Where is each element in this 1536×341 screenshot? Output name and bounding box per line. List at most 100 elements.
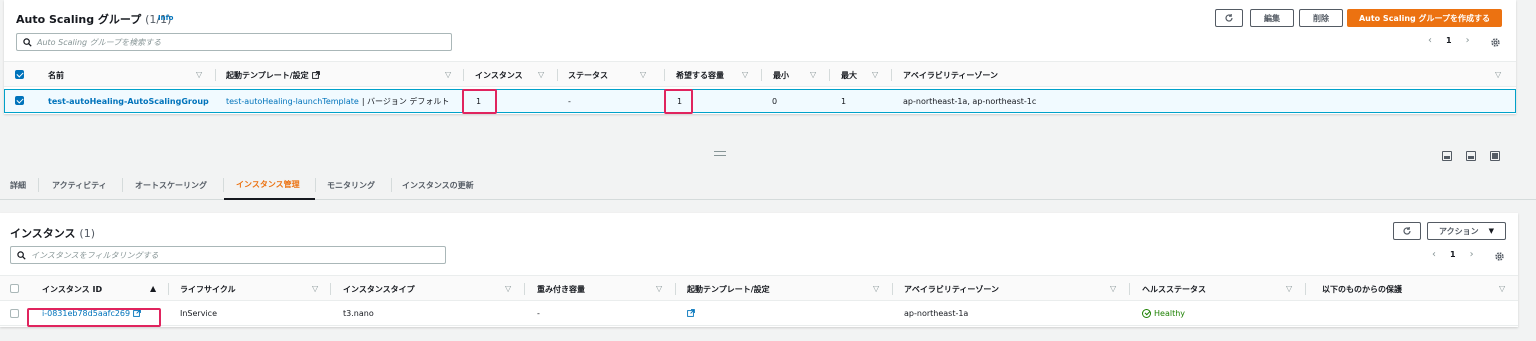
col-launch-template[interactable]: 起動テンプレート/設定	[226, 62, 320, 88]
asg-title-text: Auto Scaling グループ	[16, 13, 142, 26]
instances-highlight-box	[462, 89, 497, 114]
desired-highlight-box	[664, 89, 693, 114]
layout-half-icon[interactable]	[1466, 151, 1476, 161]
asg-table-header: 名前 ▽ 起動テンプレート/設定 ▽ インスタンス ▽ ステータス ▽ 希望する…	[4, 61, 1516, 87]
col-azs[interactable]: アベイラビリティーゾーン	[903, 62, 998, 88]
instances-table-header: インスタンス ID ▲ ライフサイクル ▽ インスタンスタイプ ▽ 重み付き容量…	[0, 275, 1518, 301]
prev-page-icon[interactable]: ‹	[1432, 249, 1436, 260]
col-launch-template[interactable]: 起動テンプレート/設定	[687, 276, 770, 302]
tab-instance-management[interactable]: インスタンス管理	[224, 170, 315, 200]
min-value: 0	[772, 96, 778, 106]
refresh-button[interactable]	[1393, 222, 1421, 240]
col-max[interactable]: 最大	[841, 62, 857, 88]
weighted-capacity-value: -	[537, 308, 540, 318]
layout-full-icon[interactable]	[1490, 151, 1500, 161]
prev-page-icon[interactable]: ‹	[1428, 35, 1432, 46]
col-protection[interactable]: 以下のものからの保護	[1322, 276, 1402, 302]
col-health[interactable]: ヘルスステータス	[1142, 276, 1206, 302]
edit-button[interactable]: 編集	[1250, 9, 1294, 27]
azs-value: ap-northeast-1a, ap-northeast-1c	[903, 96, 1037, 106]
column-divider	[330, 283, 331, 295]
asg-page-number[interactable]: 1	[1446, 36, 1452, 45]
refresh-button[interactable]	[1215, 9, 1243, 27]
sort-icon[interactable]: ▽	[1499, 284, 1505, 293]
sort-icon[interactable]: ▽	[196, 70, 202, 79]
instances-panel-title: インスタンス (1)	[10, 225, 95, 241]
asg-panel-title: Auto Scaling グループ (1/1)	[16, 11, 171, 27]
col-az[interactable]: アベイラビリティーゾーン	[904, 276, 999, 302]
create-asg-button[interactable]: Auto Scaling グループを作成する	[1347, 9, 1502, 27]
status-value: -	[568, 96, 571, 106]
column-divider	[1305, 283, 1306, 295]
sort-icon[interactable]: ▽	[873, 284, 879, 293]
col-instance-type[interactable]: インスタンスタイプ	[343, 276, 415, 302]
sort-icon[interactable]: ▽	[640, 70, 646, 79]
sort-icon[interactable]: ▽	[312, 284, 318, 293]
instances-filter-placeholder: インスタンスをフィルタリングする	[31, 250, 159, 260]
refresh-icon	[1403, 227, 1411, 235]
asg-search-input[interactable]: Auto Scaling グループを検索する	[16, 33, 452, 51]
check-circle-icon	[1142, 308, 1151, 318]
sort-ascending-icon[interactable]: ▲	[150, 284, 156, 293]
asg-table-row[interactable]: test-autoHealing-AutoScalingGroup test-a…	[4, 89, 1516, 113]
column-divider	[664, 69, 665, 81]
sort-icon[interactable]: ▽	[742, 70, 748, 79]
tab-autoscaling[interactable]: オートスケーリング	[135, 170, 207, 200]
layout-bottom-icon[interactable]	[1442, 151, 1452, 161]
delete-button[interactable]: 削除	[1299, 9, 1343, 27]
tab-details[interactable]: 詳細	[10, 170, 26, 200]
column-divider	[761, 69, 762, 81]
sort-icon[interactable]: ▽	[538, 70, 544, 79]
col-instance-id[interactable]: インスタンス ID	[42, 276, 102, 302]
next-page-icon[interactable]: ›	[1470, 249, 1474, 260]
launch-template-link[interactable]: test-autoHealing-launchTemplate	[226, 97, 359, 106]
sort-icon[interactable]: ▽	[656, 284, 662, 293]
settings-gear-icon[interactable]	[1494, 251, 1505, 262]
column-divider	[892, 283, 893, 295]
sort-icon[interactable]: ▽	[1495, 70, 1501, 79]
col-name[interactable]: 名前	[48, 62, 64, 88]
col-instances[interactable]: インスタンス	[475, 62, 523, 88]
external-link-icon[interactable]	[687, 309, 695, 317]
tab-instance-refresh[interactable]: インスタンスの更新	[402, 170, 474, 200]
sort-icon[interactable]: ▽	[505, 284, 511, 293]
column-divider	[168, 283, 169, 295]
asg-panel: Auto Scaling グループ (1/1) Info 編集 削除 Auto …	[4, 0, 1516, 114]
sort-icon[interactable]: ▽	[1286, 284, 1292, 293]
tab-divider	[38, 178, 39, 192]
col-lifecycle[interactable]: ライフサイクル	[180, 276, 236, 302]
actions-dropdown-button[interactable]: アクション ▼	[1427, 222, 1506, 240]
tab-monitoring[interactable]: モニタリング	[327, 170, 375, 200]
settings-gear-icon[interactable]	[1490, 37, 1501, 48]
search-icon	[17, 250, 26, 260]
next-page-icon[interactable]: ›	[1466, 35, 1470, 46]
instances-page-number[interactable]: 1	[1450, 250, 1456, 259]
row-checkbox[interactable]	[10, 309, 19, 318]
tab-activity[interactable]: アクティビティ	[52, 170, 107, 200]
column-divider	[557, 69, 558, 81]
sort-icon[interactable]: ▽	[872, 70, 878, 79]
instances-table-row[interactable]: i-0831eb78d5aafc269 InService t3.nano - …	[0, 302, 1518, 326]
col-status[interactable]: ステータス	[568, 62, 608, 88]
split-panel-drag-handle[interactable]	[714, 151, 726, 156]
column-divider	[891, 69, 892, 81]
select-all-checkbox[interactable]	[10, 284, 19, 293]
sort-icon[interactable]: ▽	[810, 70, 816, 79]
column-divider	[675, 283, 676, 295]
instances-filter-input[interactable]: インスタンスをフィルタリングする	[10, 246, 446, 264]
refresh-icon	[1225, 14, 1233, 22]
asg-name-link[interactable]: test-autoHealing-AutoScalingGroup	[48, 90, 209, 112]
column-divider	[524, 283, 525, 295]
select-all-checkbox[interactable]	[15, 70, 24, 79]
sort-icon[interactable]: ▽	[1110, 284, 1116, 293]
health-status-cell: Healthy	[1142, 302, 1185, 324]
search-icon	[23, 37, 32, 47]
row-checkbox[interactable]	[15, 96, 24, 105]
sort-icon[interactable]: ▽	[445, 70, 451, 79]
col-min[interactable]: 最小	[773, 62, 789, 88]
col-weighted-capacity[interactable]: 重み付き容量	[537, 276, 585, 302]
instance-type-value: t3.nano	[343, 308, 374, 318]
col-desired[interactable]: 希望する容量	[676, 62, 724, 88]
info-link[interactable]: Info	[158, 14, 173, 22]
az-value: ap-northeast-1a	[904, 308, 969, 318]
